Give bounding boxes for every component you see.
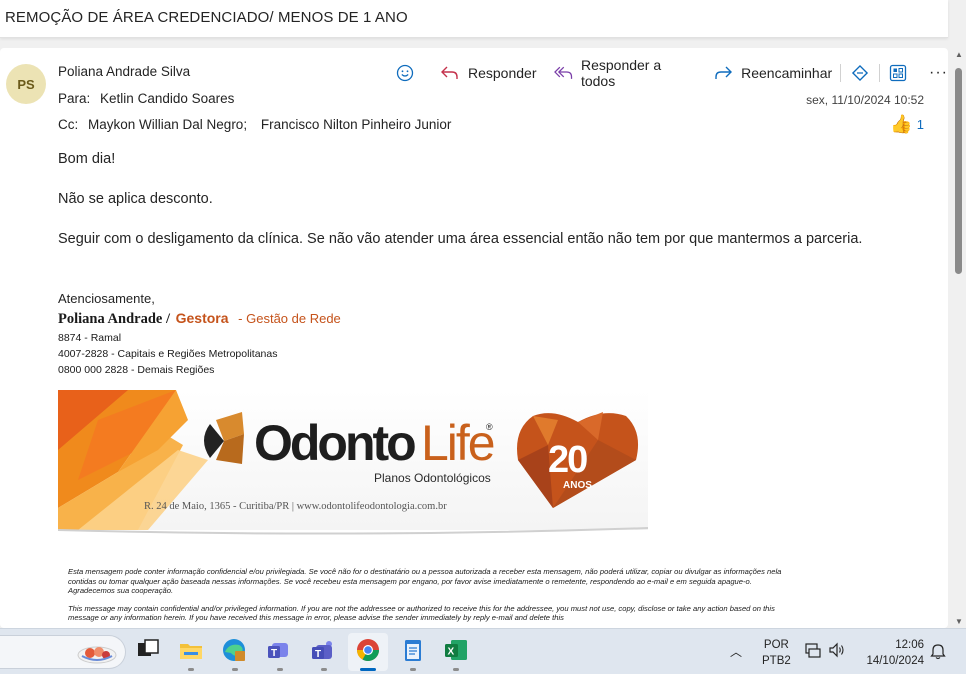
to-recipient[interactable]: Ketlin Candido Soares: [100, 91, 234, 106]
sender-name[interactable]: Poliana Andrade Silva: [58, 64, 190, 79]
taskbar-running-indicator: [232, 668, 238, 671]
language-code: POR: [763, 639, 789, 651]
toolbar-divider: [840, 64, 842, 82]
badge-text: ANOS: [563, 480, 592, 491]
disclaimer-en: This message may contain confidential an…: [68, 603, 775, 623]
thumbs-up-icon: 👍: [890, 114, 913, 134]
subject-bar: REMOÇÃO DE ÁREA CREDENCIADO/ MENOS DE 1 …: [0, 0, 948, 38]
excel-icon[interactable]: X: [443, 637, 469, 663]
banner-address: R. 24 de Maio, 1365 - Curitiba/PR | www.…: [144, 501, 447, 512]
windows-taskbar: T T X ︿ POR PTB2 12:06 14/10/2024: [0, 628, 966, 674]
reply-all-label: Responder a todos: [580, 57, 662, 89]
taskbar-search[interactable]: [0, 635, 126, 669]
cc-recipient[interactable]: Maykon Willian Dal Negro;: [88, 117, 247, 132]
taskbar-running-indicator: [410, 668, 416, 671]
svg-text:X: X: [448, 647, 455, 658]
system-clock[interactable]: 12:06 14/10/2024: [860, 637, 924, 669]
edge-icon[interactable]: [221, 637, 247, 663]
emoji-reaction-button[interactable]: [396, 64, 422, 82]
scrollbar-thumb[interactable]: [955, 68, 962, 274]
banner-tagline: Planos Odontológicos: [374, 471, 491, 485]
notepad-icon[interactable]: [400, 637, 426, 663]
logo-text-main: Odonto: [254, 415, 415, 471]
body-line: Não se aplica desconto.: [58, 191, 213, 207]
signature-name: Poliana Andrade /: [58, 311, 170, 327]
signature-phone: 0800 000 2828 - Demais Regiões: [58, 364, 215, 376]
taskbar-running-indicator: [453, 668, 459, 671]
taskbar-running-indicator: [188, 668, 194, 671]
message-card: PS Poliana Andrade Silva Para: Ketlin Ca…: [0, 48, 948, 628]
file-explorer-icon[interactable]: [178, 637, 204, 663]
signature-closing: Atenciosamente,: [58, 291, 155, 306]
legal-disclaimer: Esta mensagem pode conter informação con…: [68, 567, 790, 623]
keyboard-layout: PTB2: [762, 655, 791, 667]
show-hidden-icons-chevron-icon[interactable]: ︿: [730, 643, 742, 660]
taskbar-active-indicator: [360, 668, 376, 671]
forward-label: Reencaminhar: [741, 65, 833, 81]
reply-all-button[interactable]: Responder a todos: [553, 57, 697, 89]
scroll-up-arrow-icon[interactable]: ▲: [955, 50, 963, 59]
email-subject: REMOÇÃO DE ÁREA CREDENCIADO/ MENOS DE 1 …: [5, 9, 408, 26]
body-line: Seguir com o desligamento da clínica. Se…: [58, 231, 863, 247]
cc-recipient[interactable]: Francisco Nilton Pinheiro Junior: [261, 117, 452, 132]
teams-work-icon[interactable]: T: [310, 637, 336, 663]
task-view-icon[interactable]: [135, 637, 161, 663]
to-row: Para: Ketlin Candido Soares: [58, 91, 234, 106]
message-date: sex, 11/10/2024 10:52: [806, 93, 924, 107]
volume-icon[interactable]: [828, 641, 846, 659]
cc-row: Cc: Maykon Willian Dal Negro; Francisco …: [58, 117, 451, 132]
svg-text:T: T: [271, 648, 277, 659]
network-icon[interactable]: [804, 641, 822, 659]
reaction-summary[interactable]: 👍 1: [890, 114, 924, 135]
forward-button[interactable]: Reencaminhar: [713, 65, 832, 81]
signature-phone: 4007-2828 - Capitais e Regiões Metropoli…: [58, 348, 278, 360]
body-line: Bom dia!: [58, 151, 116, 167]
search-highlight-icon: [77, 646, 117, 664]
signature-name-line: Poliana Andrade / Gestora - Gestão de Re…: [58, 310, 341, 328]
signature: Atenciosamente, Poliana Andrade / Gestor…: [58, 291, 341, 376]
loop-component-button[interactable]: [849, 62, 870, 84]
apps-button[interactable]: [888, 62, 909, 84]
sender-avatar[interactable]: PS: [6, 64, 46, 104]
taskbar-running-indicator: [277, 668, 283, 671]
diamond-link-icon: [851, 64, 868, 82]
signature-phone: 8874 - Ramal: [58, 332, 122, 344]
grid-app-icon: [890, 64, 907, 82]
reply-label: Responder: [468, 65, 537, 81]
signature-department: - Gestão de Rede: [238, 311, 341, 326]
teams-icon[interactable]: T: [266, 637, 292, 663]
logo-text-accent: Life: [421, 415, 494, 471]
to-label: Para:: [58, 91, 91, 106]
message-actions: Responder Responder a todos Reencaminhar…: [396, 57, 948, 89]
notification-bell-icon[interactable]: [930, 642, 946, 660]
scroll-down-arrow-icon[interactable]: ▼: [955, 617, 963, 626]
registered-mark: ®: [486, 422, 493, 432]
reply-icon: [441, 66, 458, 79]
reaction-count: 1: [916, 117, 924, 132]
svg-text:T: T: [315, 649, 321, 660]
vertical-scrollbar[interactable]: ▲ ▼: [952, 48, 966, 628]
badge-number: 20: [548, 439, 587, 481]
clock-date: 14/10/2024: [866, 655, 924, 667]
disclaimer-pt: Esta mensagem pode conter informação con…: [68, 567, 782, 596]
smiley-icon: [396, 64, 414, 82]
forward-icon: [715, 66, 733, 79]
chrome-icon[interactable]: [355, 637, 381, 663]
company-banner: Odonto Life ® Planos Odontológicos R. 24…: [58, 390, 648, 535]
input-language-indicator[interactable]: POR PTB2: [762, 637, 791, 669]
taskbar-running-indicator: [321, 668, 327, 671]
clock-time: 12:06: [895, 639, 924, 651]
reply-button[interactable]: Responder: [440, 65, 537, 81]
toolbar-divider: [878, 64, 880, 82]
reply-all-icon: [553, 66, 572, 79]
cc-label: Cc:: [58, 117, 79, 132]
signature-role: Gestora: [175, 310, 229, 326]
more-actions-button[interactable]: ···: [929, 64, 948, 82]
